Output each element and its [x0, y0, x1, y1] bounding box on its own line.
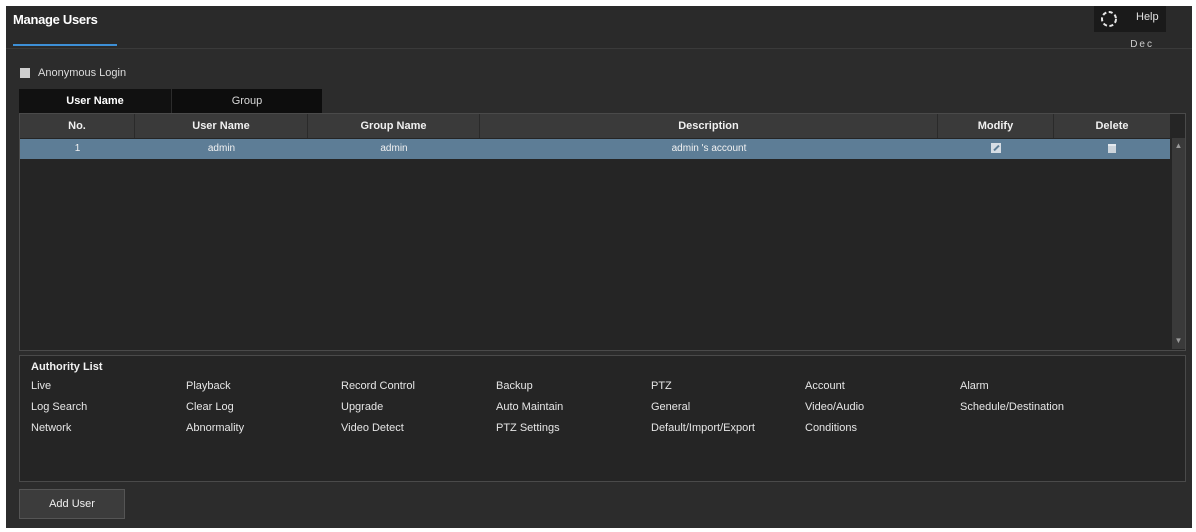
column-header-group-name: Group Name: [308, 114, 480, 138]
authority-item-conditions: Conditions: [805, 422, 857, 434]
column-header-no: No.: [20, 114, 135, 138]
authority-item-log-search: Log Search: [31, 401, 88, 413]
anonymous-login-label: Anonymous Login: [38, 67, 127, 79]
authority-item-playback: Playback: [186, 380, 231, 392]
tab-group[interactable]: Group: [171, 89, 322, 113]
cell-modify: [938, 139, 1054, 159]
authority-item-schedule-destination: Schedule/Destination: [960, 401, 1064, 413]
authority-item-backup: Backup: [496, 380, 533, 392]
column-header-user-name: User Name: [135, 114, 308, 138]
scroll-down-icon[interactable]: ▼: [1172, 335, 1185, 347]
authority-list: Authority List Live Playback Record Cont…: [19, 355, 1186, 482]
column-header-description: Description: [480, 114, 938, 138]
cell-description: admin 's account: [671, 143, 747, 154]
tab-bar: User Name Group: [19, 89, 322, 113]
column-header-modify: Modify: [938, 114, 1054, 138]
help-label: Help: [1136, 11, 1159, 23]
authority-item-clear-log: Clear Log: [186, 401, 234, 413]
tab-user-name[interactable]: User Name: [19, 89, 171, 113]
manage-users-panel: Manage Users Help Dec Anonymous Login Us…: [6, 6, 1192, 528]
authority-item-auto-maintain: Auto Maintain: [496, 401, 564, 413]
table-header: No. User Name Group Name Description Mod…: [20, 114, 1170, 138]
authority-item-record-control: Record Control: [341, 380, 415, 392]
page-title: Manage Users: [13, 12, 98, 27]
authority-item-ptz-settings: PTZ Settings: [496, 422, 560, 434]
checkbox-icon[interactable]: [20, 68, 30, 78]
add-user-button[interactable]: Add User: [19, 489, 125, 519]
authority-item-default-import-export: Default/Import/Export: [651, 422, 755, 434]
scroll-up-icon[interactable]: ▲: [1172, 140, 1185, 152]
authority-item-live: Live: [31, 380, 52, 392]
users-table: No. User Name Group Name Description Mod…: [19, 113, 1186, 351]
authority-item-network: Network: [31, 422, 72, 434]
authority-item-general: General: [651, 401, 691, 413]
column-header-delete: Delete: [1095, 120, 1129, 132]
page-header: Manage Users Help Dec: [6, 6, 1192, 50]
help-icon: [1101, 11, 1117, 27]
help-button[interactable]: Help: [1094, 6, 1166, 32]
cell-user-name: admin: [207, 143, 236, 154]
authority-item-account: Account: [805, 380, 845, 392]
table-scrollbar[interactable]: ▲ ▼: [1172, 138, 1185, 349]
title-underline: [13, 44, 117, 46]
authority-item-abnormality: Abnormality: [186, 422, 245, 434]
cell-group-name: admin: [380, 143, 408, 154]
authority-item-upgrade: Upgrade: [341, 401, 384, 413]
cell-no: 1: [74, 143, 81, 154]
anonymous-login-checkbox[interactable]: Anonymous Login: [20, 66, 126, 80]
authority-item-ptz: PTZ: [651, 380, 672, 392]
authority-list-title: Authority List: [31, 361, 103, 373]
authority-item-alarm: Alarm: [960, 380, 989, 392]
table-row[interactable]: 1 admin admin admin 's account: [20, 139, 1170, 159]
edit-icon[interactable]: [991, 143, 1001, 154]
authority-item-video-audio: Video/Audio: [805, 401, 865, 413]
corner-text: Dec: [1130, 39, 1154, 50]
trash-icon[interactable]: [1108, 143, 1116, 153]
cell-delete: [1054, 139, 1170, 159]
authority-item-video-detect: Video Detect: [341, 422, 404, 434]
